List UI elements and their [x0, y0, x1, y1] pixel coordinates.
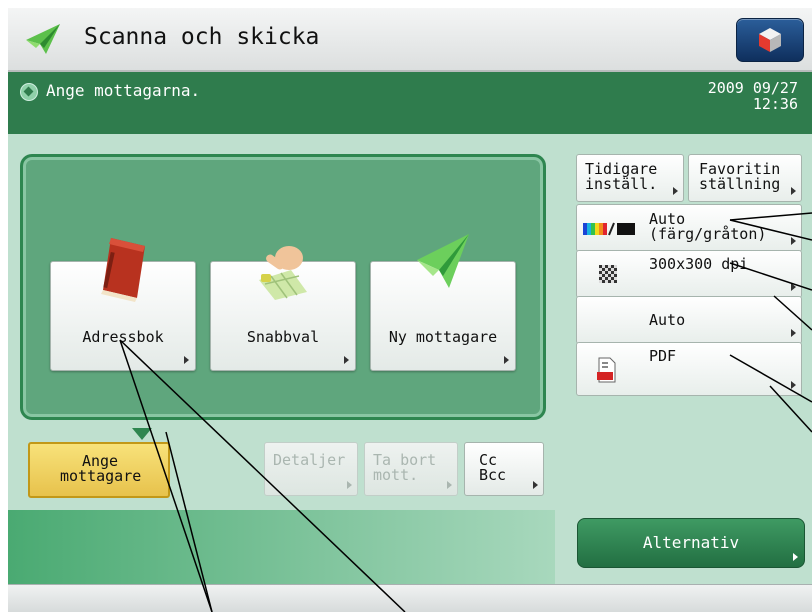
previous-settings-button[interactable]: Tidigare inställ.	[576, 154, 684, 202]
density-button[interactable]: Auto	[576, 296, 802, 344]
chevron-right-icon	[344, 356, 349, 364]
title-bar: Scanna och skicka	[8, 8, 812, 72]
bottom-bar	[8, 584, 812, 612]
pdf-file-icon	[597, 357, 616, 383]
decorative-strip	[8, 510, 555, 584]
color-mode-icon	[583, 222, 635, 236]
color-mode-label-2: (färg/gråton)	[649, 225, 767, 243]
one-touch-icon	[259, 246, 307, 300]
file-format-label: PDF	[649, 347, 677, 365]
details-button[interactable]: Detaljer	[264, 442, 358, 496]
paper-plane-icon	[26, 24, 60, 54]
address-book-label: Adressbok	[82, 328, 164, 346]
chevron-right-icon	[791, 283, 796, 291]
favorite-settings-label-2: ställning	[699, 175, 781, 193]
address-book-icon	[101, 238, 145, 302]
chevron-right-icon	[533, 481, 538, 489]
resolution-button[interactable]: 300x300 dpi	[576, 250, 802, 298]
chevron-right-icon	[184, 356, 189, 364]
clock: 2009 09/27 12:36	[708, 80, 798, 112]
info-icon	[20, 83, 38, 101]
resolution-label: 300x300 dpi	[649, 255, 749, 273]
monitor-icon	[759, 28, 781, 52]
chevron-right-icon	[673, 187, 678, 195]
new-destination-label: Ny mottagare	[388, 328, 498, 346]
page-title: Scanna och skicka	[84, 24, 320, 50]
bcc-label: Bcc	[479, 466, 507, 484]
resolution-icon	[599, 265, 617, 283]
clock-time: 12:36	[752, 95, 798, 113]
destination-area: Adressbok Snabbval Ny mottagare Ange mot…	[8, 134, 555, 584]
density-label: Auto	[649, 311, 686, 329]
one-touch-label: Snabbval	[246, 328, 320, 346]
one-touch-button[interactable]: Snabbval	[210, 246, 356, 371]
paper-plane-icon	[417, 234, 469, 288]
chevron-right-icon	[791, 329, 796, 337]
favorite-settings-button[interactable]: Favoritin ställning	[688, 154, 802, 202]
chevron-right-icon	[793, 553, 798, 561]
panel-pointer	[132, 428, 152, 440]
chevron-right-icon	[504, 356, 509, 364]
cc-bcc-button[interactable]: Cc Bcc	[464, 442, 544, 496]
options-button[interactable]: Alternativ	[577, 518, 805, 568]
specify-destination-label-2: mottagare	[60, 467, 142, 485]
chevron-right-icon	[791, 187, 796, 195]
clock-date: 2009 09/27	[707, 79, 798, 97]
remove-destination-label-2: mott.	[373, 466, 419, 484]
chevron-right-icon	[791, 237, 796, 245]
details-label: Detaljer	[273, 451, 346, 469]
chevron-right-icon	[791, 381, 796, 389]
destination-panel: Adressbok Snabbval Ny mottagare	[20, 154, 546, 420]
status-monitor-button[interactable]	[736, 18, 804, 62]
settings-area: Tidigare inställ. Favoritin ställning Au…	[564, 134, 812, 584]
color-mode-button[interactable]: Auto (färg/gråton)	[576, 204, 802, 252]
new-destination-button[interactable]: Ny mottagare	[370, 234, 516, 371]
address-book-button[interactable]: Adressbok	[50, 238, 196, 371]
main-area: Adressbok Snabbval Ny mottagare Ange mot…	[8, 134, 812, 584]
status-bar: Ange mottagarna. 2009 09/27 12:36	[8, 72, 812, 134]
remove-destination-button[interactable]: Ta bort mott.	[364, 442, 458, 496]
device-screen: Scanna och skicka Ange mottagarna. 2009 …	[8, 8, 812, 612]
options-label: Alternativ	[642, 533, 740, 552]
chevron-right-icon	[447, 481, 452, 489]
file-format-button[interactable]: PDF	[576, 342, 802, 396]
status-message: Ange mottagarna.	[46, 81, 201, 100]
specify-destination-button[interactable]: Ange mottagare	[28, 442, 170, 498]
chevron-right-icon	[347, 481, 352, 489]
previous-settings-label-2: inställ.	[585, 175, 658, 193]
